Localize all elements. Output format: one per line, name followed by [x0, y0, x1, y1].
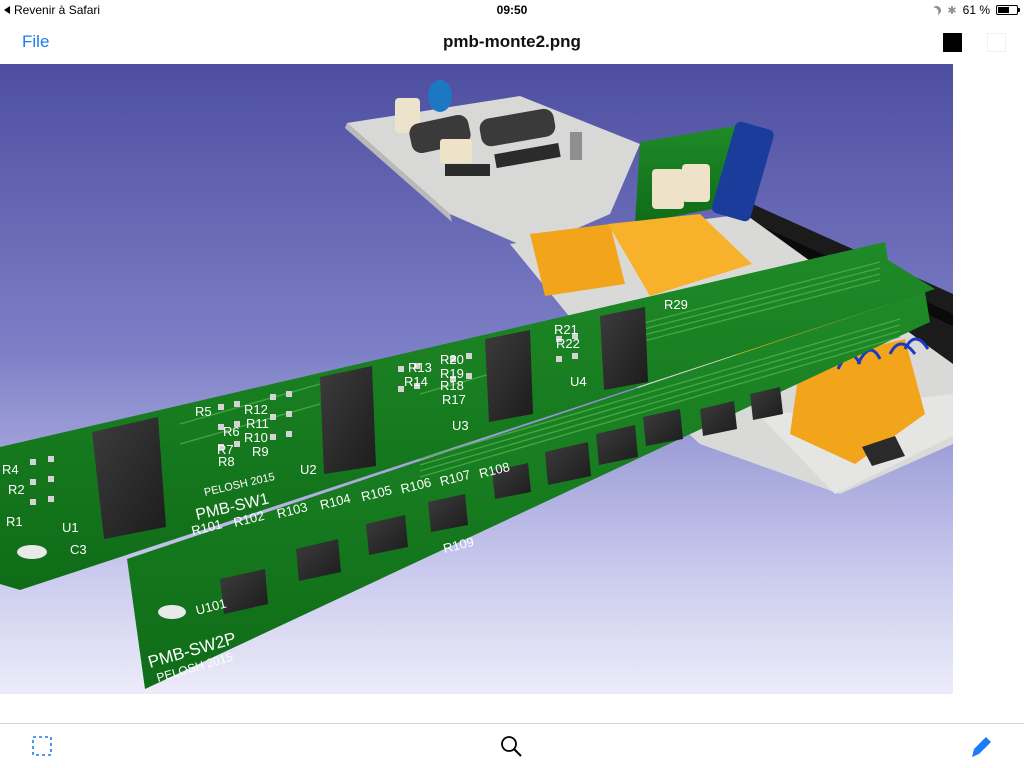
image-canvas[interactable]: R4 R2 R1 U1 C3 R5 R6 R7 R8 R12 R11 R10 R…: [0, 64, 953, 694]
label-u2: U2: [300, 462, 317, 477]
orange-connector-1: [530, 224, 625, 296]
selection-icon[interactable]: [32, 736, 52, 761]
pcb-render: R4 R2 R1 U1 C3 R5 R6 R7 R8 R12 R11 R10 R…: [0, 80, 953, 689]
white-color-swatch[interactable]: [987, 33, 1006, 52]
status-indicators: ✱ 61 %: [931, 3, 1020, 17]
battery-percent: 61 %: [962, 3, 990, 17]
document-title: pmb-monte2.png: [443, 32, 581, 51]
battery-fill: [998, 7, 1009, 13]
label-r21: R21: [554, 322, 578, 337]
bluetooth-icon: ✱: [947, 4, 957, 17]
markup-icon[interactable]: [968, 734, 994, 765]
battery-icon: [996, 5, 1020, 15]
ic-u4: [600, 307, 648, 390]
ic-u2: [320, 366, 376, 474]
label-r22: R22: [556, 336, 580, 351]
label-c3: C3: [70, 542, 87, 557]
label-r12: R12: [244, 402, 268, 417]
mounting-hole-sw2p: [158, 605, 186, 619]
label-r11: R11: [246, 416, 269, 431]
header-top: [570, 132, 582, 160]
label-r18: R18: [440, 378, 464, 393]
label-r10: R10: [244, 430, 268, 445]
screen: Revenir à Safari 09:50 ✱ 61 % File pmb-m…: [0, 0, 1024, 768]
label-r5: R5: [195, 404, 212, 419]
moon-icon: [931, 4, 943, 16]
label-r9: R9: [252, 444, 269, 459]
bottom-toolbar: [0, 723, 1024, 768]
label-r8: R8: [218, 454, 235, 469]
cap-beige-2: [440, 139, 472, 163]
cap-blue-1: [428, 80, 452, 112]
beige-relay-1: [652, 169, 684, 209]
mounting-hole-sw1: [17, 545, 47, 559]
label-r13: R13: [408, 360, 432, 375]
label-r6: R6: [223, 424, 240, 439]
black-color-swatch[interactable]: [943, 33, 962, 52]
label-r2: R2: [8, 482, 25, 497]
nav-bar: File pmb-monte2.png: [0, 20, 1024, 64]
label-u4: U4: [570, 374, 587, 389]
ic-u3: [485, 330, 533, 422]
label-r20: R20: [440, 352, 464, 367]
status-time: 09:50: [496, 3, 528, 17]
label-u1: U1: [62, 520, 79, 535]
ic-u1: [92, 417, 166, 539]
label-r4: R4: [2, 462, 19, 477]
label-r29: R29: [664, 297, 688, 312]
ic-top-2: [445, 164, 490, 176]
status-bar: Revenir à Safari 09:50 ✱ 61 %: [0, 0, 1024, 20]
label-r1: R1: [6, 514, 23, 529]
beige-relay-2: [682, 164, 710, 202]
label-u3: U3: [452, 418, 469, 433]
label-r14: R14: [404, 374, 428, 389]
label-r17: R17: [442, 392, 466, 407]
search-icon[interactable]: [499, 734, 523, 763]
